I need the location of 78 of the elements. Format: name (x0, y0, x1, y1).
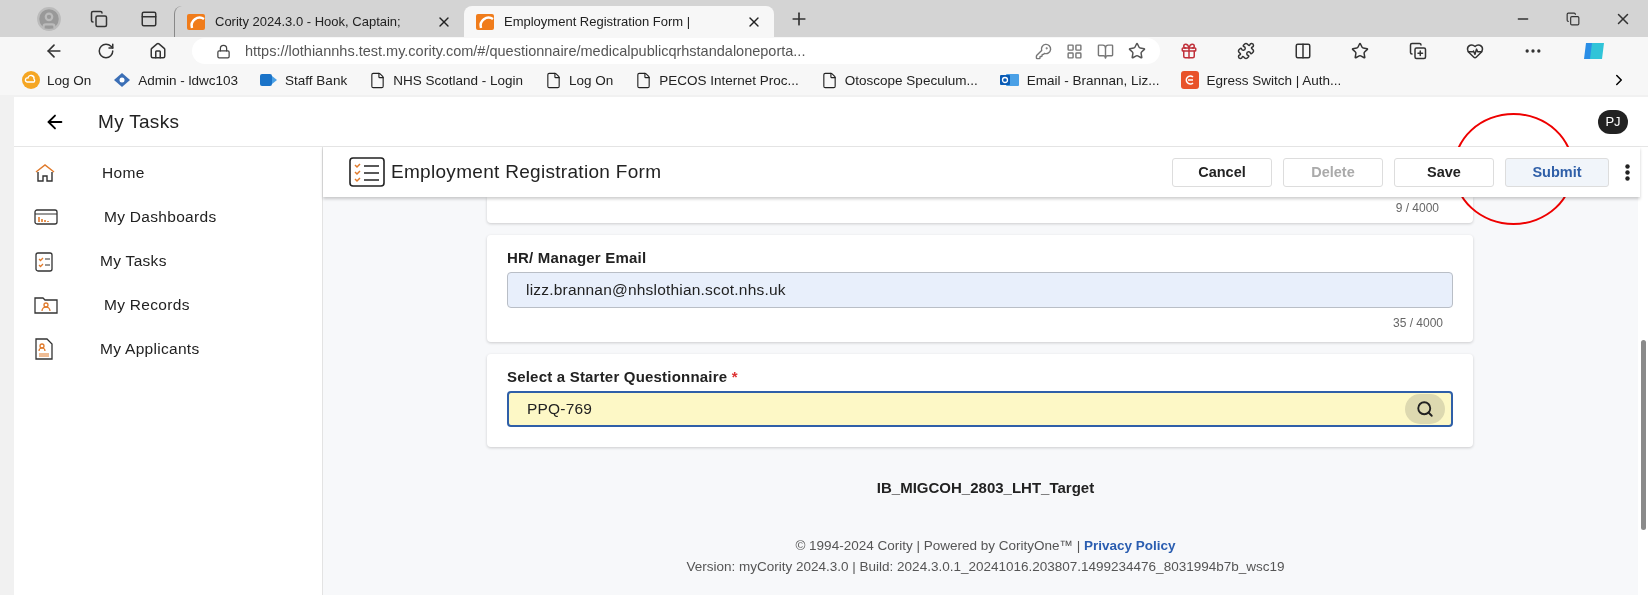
egress-icon (1181, 71, 1200, 89)
lookup-field[interactable]: PPQ-769 (507, 391, 1453, 427)
cority-logo-icon (187, 13, 205, 30)
read-aloud-icon[interactable] (1097, 42, 1114, 60)
address-bar[interactable]: https://lothiannhs.test.my.cority.com/#/questionnaire/medicalpublicqrhstandaloneporta... (192, 38, 1160, 64)
copilot-icon[interactable] (1582, 41, 1607, 61)
character-counter: 35 / 4000 (1392, 316, 1443, 330)
restore-icon[interactable] (1566, 11, 1580, 26)
bookmark-link[interactable]: Egress Switch | Auth... (1181, 71, 1342, 89)
cloud-icon (22, 71, 40, 89)
character-counter: 9 / 4000 (1395, 201, 1439, 215)
cority-logo-icon (476, 13, 494, 30)
favorites-icon[interactable] (1351, 42, 1370, 60)
bookmark-link[interactable]: Admin - ldwc103 (113, 72, 239, 88)
home-icon (34, 163, 56, 183)
form-button[interactable]: Cancel (1172, 157, 1272, 187)
sidebar-item[interactable]: My Tasks (14, 239, 322, 283)
required-marker: * (731, 368, 738, 385)
reload-icon[interactable] (97, 42, 115, 60)
tab-title: Employment Registration Form | (504, 14, 692, 29)
privacy-policy-link[interactable]: Privacy Policy (1084, 538, 1176, 553)
copyright-text: © 1994-2024 Cority | Powered by CorityOne™ | Privacy Policy (795, 538, 1176, 553)
sidebar-item[interactable]: My Dashboards (14, 195, 322, 239)
page-icon (635, 71, 653, 89)
checklist-icon (349, 157, 385, 187)
page-icon (544, 71, 562, 89)
sidebar-item[interactable]: Home (14, 151, 322, 195)
star-icon[interactable] (1128, 42, 1146, 60)
version-text: Version: myCority 2024.3.0 | Build: 2024.3.0.1_20241016.203807.1499234476_8031994b7b_wsc19 (686, 559, 1285, 574)
bookmark-link[interactable]: Log On (22, 71, 92, 89)
mail-icon (999, 72, 1020, 88)
health-icon[interactable] (1465, 42, 1484, 60)
field-label: HR/ Manager Email (507, 249, 648, 266)
split-screen-icon[interactable] (1294, 42, 1313, 60)
eye-diamond-icon (113, 72, 132, 88)
apps-icon[interactable] (1066, 42, 1083, 60)
text-field[interactable]: lizz.brannan@nhslothian.scot.nhs.uk (507, 272, 1453, 308)
form-button[interactable]: Save (1394, 157, 1494, 187)
gift-icon[interactable] (1179, 42, 1198, 60)
dashboard-icon (34, 209, 58, 225)
scrollbar-thumb[interactable] (1641, 340, 1646, 530)
more-icon (1625, 163, 1630, 181)
page-icon (820, 71, 838, 89)
input-field[interactable]: PPQ-769 (525, 399, 1405, 419)
bookmark-link[interactable]: Log On (544, 71, 614, 89)
more-options-button[interactable] (1625, 163, 1630, 181)
sidebar-item[interactable]: My Records (14, 283, 322, 327)
lock-icon (216, 43, 231, 59)
folder-person-icon (34, 296, 58, 314)
form-button[interactable]: Submit (1505, 157, 1609, 187)
key-icon[interactable] (1035, 42, 1052, 60)
page-title: My Tasks (98, 110, 180, 133)
tab-actions-icon[interactable] (140, 9, 158, 28)
page-icon (369, 71, 387, 89)
bookmark-link[interactable]: Email - Brannan, Liz... (999, 72, 1160, 88)
sidebar-item[interactable]: My Applicants (14, 327, 322, 371)
form-title: Employment Registration Form (391, 161, 662, 183)
bookmark-link[interactable]: Otoscope Speculum... (820, 71, 978, 89)
clipboard-icon (34, 250, 54, 272)
bookmark-link[interactable]: NHS Scotland - Login (369, 71, 523, 89)
sharepoint-icon (260, 72, 279, 88)
search-button[interactable] (1405, 394, 1445, 424)
user-avatar[interactable]: PJ (1598, 109, 1628, 134)
collections-icon[interactable] (1408, 42, 1427, 60)
input-field[interactable]: lizz.brannan@nhslothian.scot.nhs.uk (524, 280, 1446, 300)
home-icon[interactable] (149, 42, 167, 60)
browser-tab[interactable]: Employment Registration Form | (464, 6, 774, 37)
url-text: https://lothiannhs.test.my.cority.com/#/questionnaire/medicalpublicqrhstandaloneporta... (245, 43, 807, 59)
puzzle-icon[interactable] (1236, 42, 1255, 60)
field-label: Select a Starter Questionnaire * (507, 368, 739, 385)
applicant-document-icon (34, 338, 54, 360)
scrollbar[interactable] (1638, 147, 1648, 595)
search-icon (1416, 400, 1434, 418)
environment-name: IB_MIGCOH_2803_LHT_Target (876, 479, 1095, 496)
bookmark-link[interactable]: Staff Bank (260, 72, 348, 88)
bookmark-link[interactable]: PECOS Internet Proc... (635, 71, 799, 89)
workspaces-icon[interactable] (90, 9, 108, 28)
tab-title: Cority 2024.3.0 - Hook, Captain; (215, 14, 402, 29)
